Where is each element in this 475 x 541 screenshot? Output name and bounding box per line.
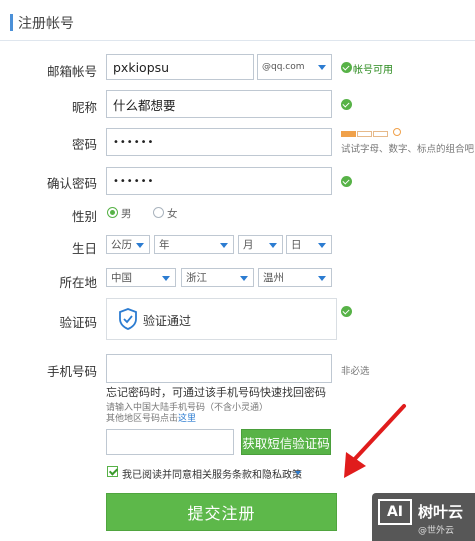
watermark-name: 树叶云 — [418, 503, 464, 521]
birth-day-value: 日 — [291, 239, 302, 251]
birth-day-select[interactable]: 日 — [286, 235, 332, 254]
birth-month-select[interactable]: 月 — [238, 235, 283, 254]
phone-optional-text: 非必选 — [341, 366, 370, 377]
chevron-down-icon — [269, 242, 277, 248]
country-value: 中国 — [111, 272, 132, 284]
birth-year-select[interactable]: 年 — [154, 235, 234, 254]
province-select[interactable]: 浙江 — [181, 268, 254, 287]
watermark: AI 树叶云 @世外云 — [372, 493, 475, 541]
other-region-link[interactable]: 这里 — [178, 414, 196, 424]
chevron-down-icon — [136, 242, 144, 248]
email-input[interactable]: pxkiopsu — [106, 54, 254, 80]
agreement-expand-icon[interactable] — [295, 471, 301, 475]
location-label: 所在地 — [59, 275, 97, 290]
calendar-type-value: 公历 — [111, 239, 132, 251]
birth-month-value: 月 — [243, 239, 254, 251]
get-sms-code-button[interactable]: 获取短信验证码 — [241, 429, 331, 455]
gender-female-label: 女 — [167, 208, 178, 220]
phone-subnote-prefix: 其他地区号码点击 — [106, 414, 179, 424]
email-domain-select[interactable]: @qq.com — [257, 54, 332, 80]
gender-male-radio[interactable] — [107, 207, 118, 218]
agreement-text[interactable]: 我已阅读并同意相关服务条款和隐私政策 — [122, 466, 302, 481]
calendar-type-select[interactable]: 公历 — [106, 235, 150, 254]
province-value: 浙江 — [186, 272, 207, 284]
chevron-down-icon — [162, 275, 170, 281]
nickname-check-icon — [341, 99, 352, 110]
captcha-check-icon — [341, 306, 352, 317]
red-arrow-annotation — [344, 404, 406, 478]
email-label: 邮箱帐号 — [46, 64, 97, 79]
gender-female-radio[interactable] — [153, 207, 164, 218]
nickname-input-value: 什么都想要 — [113, 97, 176, 113]
page-header: 注册帐号 — [0, 0, 475, 41]
header-accent-bar — [10, 14, 13, 31]
captcha-widget[interactable]: 验证通过 — [106, 298, 337, 340]
captcha-status-text: 验证通过 — [143, 314, 192, 328]
chevron-down-icon — [318, 242, 326, 248]
chevron-down-icon — [318, 65, 326, 70]
birthday-label: 生日 — [71, 241, 97, 256]
confirm-check-icon — [341, 176, 352, 187]
agreement-checkbox[interactable] — [107, 466, 118, 477]
country-select[interactable]: 中国 — [106, 268, 176, 287]
confirm-password-input[interactable]: •••••• — [106, 167, 332, 195]
strength-indicator-icon — [393, 128, 401, 136]
watermark-logo: AI — [378, 499, 412, 525]
password-input[interactable]: •••••• — [106, 128, 332, 156]
password-hint: 试试字母、数字、标点的组合吧 — [341, 144, 475, 155]
chevron-down-icon — [318, 275, 326, 281]
chevron-down-icon — [240, 275, 248, 281]
confirm-label: 确认密码 — [46, 176, 97, 191]
page-title: 注册帐号 — [18, 16, 74, 32]
phone-note: 忘记密码时，可通过该手机号码快速找回密码 — [106, 386, 326, 399]
phone-subnote-2: 其他地区号码点击这里 — [106, 411, 196, 424]
city-value: 温州 — [263, 272, 284, 284]
nickname-input[interactable]: 什么都想要 — [106, 90, 332, 118]
submit-register-button[interactable]: 提交注册 — [106, 493, 337, 531]
birth-year-value: 年 — [159, 239, 170, 251]
shield-check-icon — [119, 308, 137, 330]
gender-label: 性别 — [71, 209, 97, 224]
city-select[interactable]: 温州 — [258, 268, 332, 287]
phone-label: 手机号码 — [46, 364, 97, 379]
confirm-input-value: •••••• — [113, 175, 155, 187]
nickname-label: 昵称 — [71, 100, 97, 115]
phone-input[interactable] — [106, 354, 332, 383]
chevron-down-icon — [220, 242, 228, 248]
gender-male-label: 男 — [121, 208, 132, 220]
email-domain-value: @qq.com — [262, 62, 305, 72]
password-input-value: •••••• — [113, 136, 155, 148]
password-strength-meter — [341, 131, 389, 137]
captcha-label: 验证码 — [59, 315, 97, 330]
watermark-sub: @世外云 — [418, 526, 455, 536]
password-label: 密码 — [71, 137, 97, 152]
email-input-value: pxkiopsu — [113, 59, 170, 75]
email-check-icon — [341, 62, 352, 73]
email-status-text: 帐号可用 — [353, 65, 393, 76]
sms-code-input[interactable] — [106, 429, 234, 455]
